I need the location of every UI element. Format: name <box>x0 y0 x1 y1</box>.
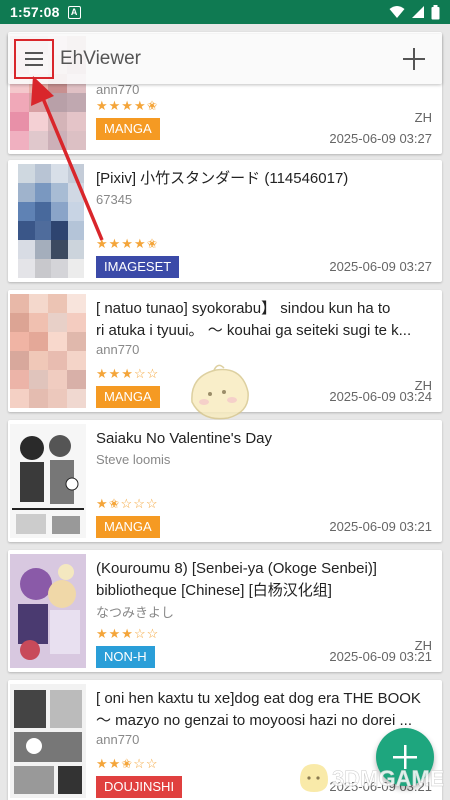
notification-icon: A <box>67 5 81 19</box>
gallery-card[interactable]: Saiaku No Valentine's Day Steve loomis ★… <box>8 420 442 542</box>
status-bar: 1:57:08 A <box>0 0 450 24</box>
category-badge: MANGA <box>96 118 160 140</box>
gallery-thumbnail <box>10 424 86 538</box>
menu-button[interactable] <box>14 39 54 79</box>
wifi-icon <box>389 6 405 18</box>
post-date: 2025-06-09 03:21 <box>329 649 432 664</box>
app-title: EhViewer <box>60 48 141 69</box>
rating-stars: ★★★★✬ <box>96 98 159 113</box>
gallery-thumbnail <box>10 554 86 668</box>
manga-thumbnail-art <box>10 424 86 538</box>
gallery-title: [ natuo tunao] syokorabu】 sindou kun ha … <box>96 300 391 317</box>
site-watermark: 3DMGAME <box>300 764 445 792</box>
rating-stars: ★★★★✬ <box>96 236 159 251</box>
gallery-uploader: Steve loomis <box>96 452 171 467</box>
gallery-title-line2: ri atuka i tyuui。 ～ kouhai ga seiteki su… <box>96 322 412 339</box>
gallery-uploader: ann770 <box>96 82 140 97</box>
signal-icon <box>412 6 424 18</box>
rating-stars: ★✬☆☆☆ <box>96 496 159 511</box>
gallery-title: Saiaku No Valentine's Day <box>96 430 273 447</box>
category-badge: NON-H <box>96 646 155 668</box>
gallery-title-line2: bibliotheque [Chinese] [白杨汉化组] <box>96 582 332 599</box>
gallery-uploader: ann770 <box>96 342 140 357</box>
category-badge: DOUJINSHI <box>96 776 183 798</box>
post-date: 2025-06-09 03:27 <box>329 131 432 146</box>
add-button[interactable] <box>396 41 432 77</box>
gallery-thumbnail <box>10 684 86 798</box>
gallery-uploader: なつみきよし <box>96 605 175 620</box>
category-badge: MANGA <box>96 516 160 538</box>
post-date: 2025-06-09 03:21 <box>329 519 432 534</box>
gallery-title: [Pixiv] 小竹スタンダード (114546017) <box>96 170 349 187</box>
rating-stars: ★★★☆☆ <box>96 626 160 641</box>
app-toolbar: EhViewer <box>8 34 442 84</box>
category-badge: IMAGESET <box>96 256 180 278</box>
plus-icon <box>403 48 425 70</box>
gallery-title: [ oni hen kaxtu tu xe]dog eat dog era TH… <box>96 690 421 707</box>
gallery-card[interactable]: (Kouroumu 8) [Senbei-ya (Okoge Senbei)] … <box>8 550 442 672</box>
category-badge: MANGA <box>96 386 160 408</box>
status-time: 1:57:08 <box>10 4 60 20</box>
gallery-card[interactable]: [Pixiv] 小竹スタンダード (114546017) 67345 ★★★★✬… <box>8 160 442 282</box>
watermark-text: 3DMGAME <box>332 766 444 791</box>
language-label: ZH <box>414 110 432 125</box>
post-date: 2025-06-09 03:27 <box>329 259 432 274</box>
mascot-watermark <box>191 364 249 420</box>
rating-stars: ★★★☆☆ <box>96 366 160 381</box>
illustration-thumbnail-art <box>10 554 86 668</box>
battery-icon <box>431 4 440 19</box>
hamburger-menu-icon <box>25 52 43 66</box>
status-icons <box>389 4 440 20</box>
gallery-uploader: 67345 <box>96 192 133 207</box>
rating-stars: ★★✬☆☆ <box>96 756 159 771</box>
gallery-thumbnail <box>10 294 86 408</box>
post-date: 2025-06-09 03:24 <box>329 389 432 404</box>
manga-thumbnail-art <box>10 684 86 798</box>
gallery-title-line2: ～ mazyo no genzai to moyoosi hazi no dor… <box>96 712 412 729</box>
gallery-thumbnail <box>18 164 84 278</box>
gallery-title: (Kouroumu 8) [Senbei-ya (Okoge Senbei)] <box>96 560 377 577</box>
